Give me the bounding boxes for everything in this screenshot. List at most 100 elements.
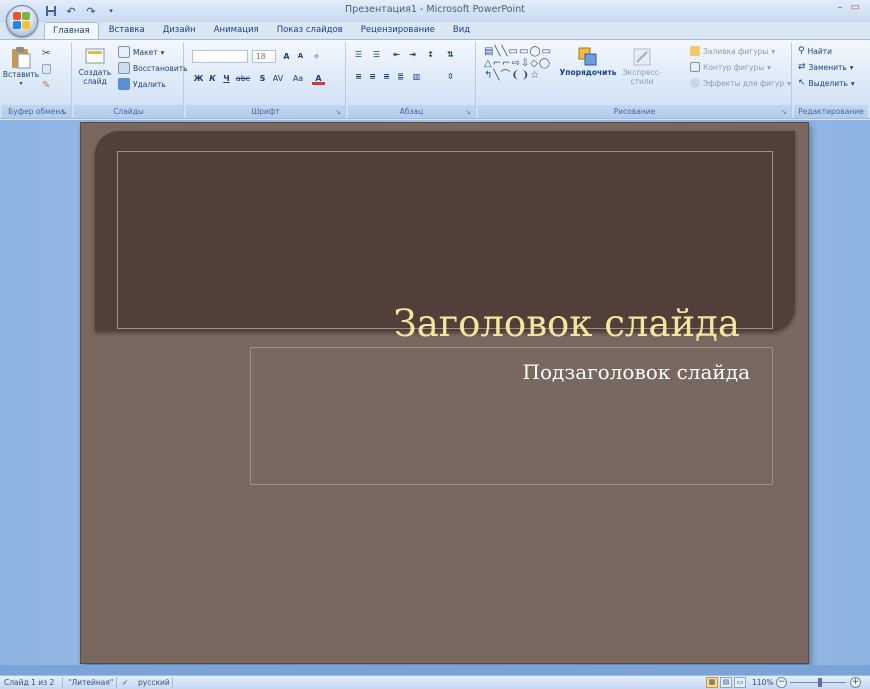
spellcheck-icon[interactable]: ✓ (122, 678, 128, 687)
paste-button[interactable]: Вставить ▾ (3, 46, 39, 88)
drawing-launcher-icon[interactable]: ↘ (781, 108, 789, 116)
layout-button[interactable]: Макет ▾ (118, 46, 164, 58)
theme-name[interactable]: "Литейная" (68, 678, 113, 687)
align-left-icon[interactable]: ≡ (352, 70, 365, 83)
underline-button[interactable]: Ч (220, 72, 233, 85)
bold-button[interactable]: Ж (192, 72, 205, 85)
maximize-button[interactable]: ▭ (851, 2, 860, 13)
tab-animations[interactable]: Анимация (206, 22, 267, 40)
shrink-font-button[interactable]: A (294, 50, 307, 63)
window-title: Презентация1 - Microsoft PowerPoint (345, 4, 525, 15)
align-right-icon[interactable]: ≡ (380, 70, 393, 83)
increase-indent-icon[interactable]: ⇥ (406, 48, 419, 61)
status-bar: Слайд 1 из 2 "Литейная" ✓ русский ▦ ▤ ▭ … (0, 675, 870, 689)
char-spacing-button[interactable]: AV (270, 72, 286, 85)
replace-icon: ⇄ (798, 62, 806, 72)
office-logo-icon (13, 12, 31, 30)
paste-icon (12, 47, 31, 69)
align-center-icon[interactable]: ≡ (366, 70, 379, 83)
tab-slideshow[interactable]: Показ слайдов (269, 22, 351, 40)
slide-title[interactable]: Заголовок слайда (394, 302, 740, 345)
tab-review[interactable]: Рецензирование (353, 22, 443, 40)
tab-design[interactable]: Дизайн (155, 22, 204, 40)
zoom-level[interactable]: 110% (752, 678, 773, 687)
cut-icon[interactable]: ✂ (42, 48, 50, 59)
change-case-button[interactable]: Aa (290, 72, 306, 85)
text-direction-icon[interactable]: ⇅ (444, 48, 457, 61)
quick-styles-button[interactable]: Экспресс-стили (614, 46, 670, 86)
language-indicator[interactable]: русский (138, 678, 170, 687)
tab-insert[interactable]: Вставка (101, 22, 153, 40)
slideshow-view-icon[interactable]: ▭ (734, 677, 746, 688)
arrange-icon (578, 47, 597, 66)
ribbon-tabs: Главная Вставка Дизайн Анимация Показ сл… (44, 22, 478, 40)
italic-button[interactable]: К (206, 72, 219, 85)
subtitle-placeholder[interactable]: Подзаголовок слайда (250, 347, 773, 485)
select-button[interactable]: ↖ Выделить ▾ (798, 78, 855, 88)
find-button[interactable]: ⚲ Найти (798, 46, 832, 56)
layout-icon (118, 46, 130, 58)
office-button[interactable] (6, 5, 38, 37)
decrease-indent-icon[interactable]: ⇤ (390, 48, 403, 61)
tab-view[interactable]: Вид (445, 22, 478, 40)
shape-outline-icon (690, 62, 700, 72)
arrange-button[interactable]: Упорядочить (560, 46, 617, 77)
new-slide-icon (85, 48, 105, 64)
grow-font-button[interactable]: A (280, 50, 293, 63)
reset-button[interactable]: Восстановить (118, 62, 188, 74)
slide-sorter-icon[interactable]: ▤ (720, 677, 732, 688)
normal-view-icon[interactable]: ▦ (706, 677, 718, 688)
group-label-drawing: Рисование (478, 105, 791, 118)
clear-format-icon[interactable]: ✧ (310, 50, 323, 63)
numbering-icon[interactable]: ☰ (370, 48, 383, 61)
tab-home[interactable]: Главная (44, 22, 99, 40)
delete-slide-icon (118, 78, 130, 90)
replace-button[interactable]: ⇄ Заменить ▾ (798, 62, 854, 72)
font-launcher-icon[interactable]: ↘ (335, 108, 343, 116)
group-paragraph: ☰ ☰ ⇤ ⇥ ↕ ⇅ ≡ ≡ ≡ ≣ ▥ ⇳ Абзац ↘ (348, 42, 476, 118)
ribbon: Вставить ▾ ✂ ✎ Буфер обмена ↘ Создать сл… (0, 39, 870, 119)
slide-counter: Слайд 1 из 2 (4, 678, 55, 687)
minimize-button[interactable]: – (838, 2, 843, 13)
title-placeholder[interactable]: Заголовок слайда (117, 151, 773, 345)
new-slide-button[interactable]: Создать слайд (78, 46, 112, 86)
shapes-gallery[interactable]: ▤╲╲▭▭◯▭ △⌐⌐⇨⇩◇◯ ↰╲⌒❨❩☆ (484, 46, 552, 82)
strikethrough-button[interactable]: abc (234, 72, 252, 85)
slide-canvas[interactable]: Заголовок слайда Подзаголовок слайда (80, 122, 809, 664)
zoom-out-button[interactable]: − (776, 677, 787, 688)
shape-effects-button[interactable]: Эффекты для фигур ▾ (690, 78, 791, 88)
group-label-paragraph: Абзац (348, 105, 475, 118)
format-painter-icon[interactable]: ✎ (42, 80, 50, 91)
bullets-icon[interactable]: ☰ (352, 48, 365, 61)
justify-icon[interactable]: ≣ (394, 70, 407, 83)
zoom-slider-thumb[interactable] (818, 678, 822, 687)
title-bar: ↶ ↷ ▾ Презентация1 - Microsoft PowerPoin… (0, 0, 870, 37)
delete-slide-button[interactable]: Удалить (118, 78, 166, 90)
font-name-combo[interactable] (192, 50, 248, 63)
shape-fill-icon (690, 46, 700, 56)
shadow-button[interactable]: S (256, 72, 269, 85)
reset-icon (118, 62, 130, 74)
quick-styles-icon (633, 48, 651, 66)
zoom-in-button[interactable]: + (850, 677, 861, 688)
line-spacing-icon[interactable]: ↕ (424, 48, 437, 61)
group-editing: ⚲ Найти ⇄ Заменить ▾ ↖ Выделить ▾ Редактир… (794, 42, 868, 118)
slide-workspace: Заголовок слайда Подзаголовок слайда (0, 120, 870, 675)
font-color-button[interactable]: A (312, 72, 325, 85)
group-slides: Создать слайд Макет ▾ Восстановить Удалит… (74, 42, 188, 118)
group-label-slides: Слайды (74, 105, 183, 118)
paragraph-launcher-icon[interactable]: ↘ (465, 108, 473, 116)
group-label-font: Шрифт (186, 105, 345, 118)
slide-subtitle[interactable]: Подзаголовок слайда (523, 360, 750, 384)
shape-fill-button[interactable]: Заливка фигуры ▾ (690, 46, 775, 56)
clipboard-launcher-icon[interactable]: ↘ (61, 108, 69, 116)
shape-effects-icon (690, 78, 700, 88)
font-size-combo[interactable]: 18 (252, 50, 276, 63)
group-font: 18 A A ✧ Ж К Ч abc S AV Aa A Шрифт ↘ (186, 42, 346, 118)
binoculars-icon: ⚲ (798, 46, 805, 56)
copy-icon[interactable] (42, 64, 51, 74)
columns-icon[interactable]: ▥ (410, 70, 423, 83)
align-text-icon[interactable]: ⇳ (444, 70, 457, 83)
shape-outline-button[interactable]: Контур фигуры ▾ (690, 62, 771, 72)
group-clipboard: Вставить ▾ ✂ ✎ Буфер обмена ↘ (2, 42, 72, 118)
